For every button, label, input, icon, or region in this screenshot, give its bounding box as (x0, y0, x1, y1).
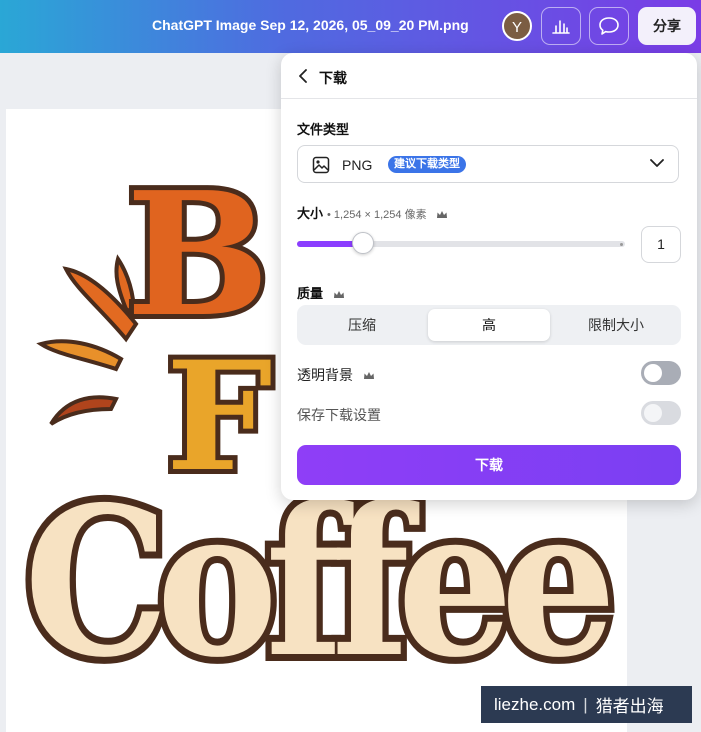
panel-header: 下载 (281, 53, 697, 99)
analytics-button[interactable] (541, 7, 581, 45)
size-dimensions: • 1,254 × 1,254 像素 (327, 209, 427, 221)
transparent-bg-label-text: 透明背景 (297, 367, 353, 383)
top-bar: ChatGPT Image Sep 12, 2026, 05_09_20 PM.… (0, 0, 701, 53)
watermark: liezhe.com | 猎者出海 (481, 686, 692, 723)
document-title[interactable]: ChatGPT Image Sep 12, 2026, 05_09_20 PM.… (152, 17, 469, 33)
transparent-bg-label: 透明背景 (297, 365, 375, 385)
analytics-icon (552, 20, 570, 34)
transparent-bg-toggle[interactable] (641, 361, 681, 385)
image-icon (312, 156, 330, 174)
splash-decoration (36, 254, 139, 426)
size-input[interactable]: 1 (641, 226, 681, 263)
avatar[interactable]: Y (502, 11, 532, 41)
crown-icon (333, 290, 344, 298)
download-panel: 下载 文件类型 PNG 建议下载类型 大小 • 1,254 × 1,254 像素 … (281, 53, 697, 500)
panel-title: 下载 (319, 70, 347, 86)
toggle-knob (644, 364, 662, 382)
quality-option-high[interactable]: 高 (428, 309, 550, 341)
share-button[interactable]: 分享 (638, 7, 696, 45)
file-type-label: 文件类型 (297, 122, 350, 137)
watermark-site: liezhe.com (494, 694, 576, 714)
artwork-letter-b: B (126, 155, 270, 355)
slider-end-dot (620, 243, 623, 246)
watermark-separator: | (583, 694, 588, 714)
download-button[interactable]: 下载 (297, 445, 681, 485)
size-slider-thumb[interactable] (352, 232, 374, 254)
quality-label-text: 质量 (297, 286, 324, 301)
comment-button[interactable] (589, 7, 629, 45)
watermark-brand: 猎者出海 (595, 697, 664, 716)
file-type-value: PNG (342, 157, 373, 173)
save-settings-toggle[interactable] (641, 401, 681, 425)
size-slider[interactable] (297, 232, 625, 254)
comment-icon (599, 17, 619, 35)
crown-icon (363, 372, 374, 380)
chevron-down-icon (650, 159, 664, 167)
save-settings-label: 保存下载设置 (297, 407, 381, 423)
chevron-left-icon[interactable] (298, 69, 308, 83)
toggle-knob (644, 404, 662, 422)
crown-icon (437, 210, 448, 218)
quality-segmented-control: 压缩 高 限制大小 (297, 305, 681, 345)
quality-option-limit-size[interactable]: 限制大小 (555, 309, 677, 341)
quality-option-compressed[interactable]: 压缩 (301, 309, 423, 341)
size-label: 大小 • 1,254 × 1,254 像素 (297, 203, 448, 222)
size-label-text: 大小 (297, 206, 324, 221)
file-type-select[interactable]: PNG 建议下载类型 (297, 145, 679, 183)
quality-label: 质量 (297, 283, 345, 302)
recommended-badge: 建议下载类型 (388, 156, 466, 173)
